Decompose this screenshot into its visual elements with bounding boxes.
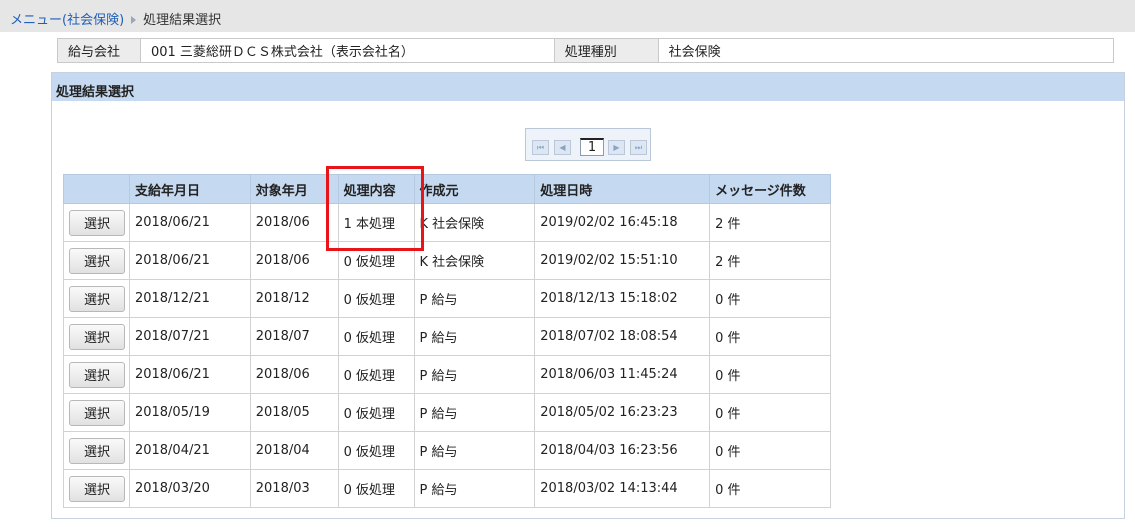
pager: ⏮ ◀ 1 ▶ ⏭ [525, 128, 651, 161]
select-button[interactable]: 選択 [69, 209, 125, 236]
panel-title: 処理結果選択 [52, 73, 1124, 101]
table-row: 選択 2018/03/20 2018/03 0 仮処理 P 給与 2018/03/02 1… [63, 469, 831, 508]
pager-last-icon[interactable]: ⏭ [630, 140, 647, 155]
cell-source: K 社会保険 [413, 203, 536, 242]
cell-datetime: 2018/06/03 11:45:24 [534, 355, 711, 394]
table-row: 選択 2018/06/21 2018/06 1 本処理 K 社会保険 2019/02/02… [63, 203, 831, 242]
table-header-row: 支給年月日 対象年月 処理内容 作成元 処理日時 メッセージ件数 [63, 174, 831, 204]
result-panel: 処理結果選択 ⏮ ◀ 1 ▶ ⏭ 支給年月日 対象年月 処理内容 作成元 処理日… [51, 72, 1125, 519]
table-row: 選択 2018/12/21 2018/12 0 仮処理 P 給与 2018/12/13 1… [63, 279, 831, 318]
cell-pay-date: 2018/06/21 [128, 203, 251, 242]
cell-select: 選択 [63, 279, 130, 318]
cell-messages: 0 件 [709, 393, 831, 432]
cell-datetime: 2018/07/02 18:08:54 [534, 317, 711, 356]
cell-process: 0 仮処理 [337, 355, 415, 394]
breadcrumb-current: 処理結果選択 [143, 13, 222, 28]
column-header-select [63, 174, 130, 204]
select-button[interactable]: 選択 [69, 247, 125, 274]
cell-pay-date: 2018/06/21 [128, 355, 251, 394]
process-type-label: 処理種別 [553, 38, 659, 63]
cell-select: 選択 [63, 431, 130, 470]
cell-source: P 給与 [413, 431, 536, 470]
cell-source: P 給与 [413, 279, 536, 318]
cell-target-month: 2018/04 [249, 431, 339, 470]
cell-target-month: 2018/06 [249, 355, 339, 394]
pager-next-icon[interactable]: ▶ [608, 140, 625, 155]
company-label: 給与会社 [57, 38, 141, 63]
cell-select: 選択 [63, 203, 130, 242]
cell-pay-date: 2018/07/21 [128, 317, 251, 356]
cell-datetime: 2018/05/02 16:23:23 [534, 393, 711, 432]
table-row: 選択 2018/06/21 2018/06 0 仮処理 K 社会保険 2019/02/02… [63, 241, 831, 280]
select-button[interactable]: 選択 [69, 285, 125, 312]
cell-datetime: 2018/12/13 15:18:02 [534, 279, 711, 318]
company-value: 001 三菱総研ＤＣＳ株式会社（表示会社名） [139, 38, 555, 63]
cell-pay-date: 2018/05/19 [128, 393, 251, 432]
cell-messages: 0 件 [709, 279, 831, 318]
cell-datetime: 2018/04/03 16:23:56 [534, 431, 711, 470]
result-table: 支給年月日 対象年月 処理内容 作成元 処理日時 メッセージ件数 選択 2018/… [63, 174, 831, 508]
company-info-table: 給与会社 001 三菱総研ＤＣＳ株式会社（表示会社名） 処理種別 社会保険 [57, 38, 1115, 63]
pager-page-number[interactable]: 1 [580, 138, 604, 156]
cell-target-month: 2018/12 [249, 279, 339, 318]
cell-datetime: 2019/02/02 16:45:18 [534, 203, 711, 242]
cell-messages: 0 件 [709, 469, 831, 508]
column-header-target-month: 対象年月 [249, 174, 339, 204]
table-row: 選択 2018/07/21 2018/07 0 仮処理 P 給与 2018/07/02 1… [63, 317, 831, 356]
cell-datetime: 2019/02/02 15:51:10 [534, 241, 711, 280]
cell-select: 選択 [63, 393, 130, 432]
cell-select: 選択 [63, 469, 130, 508]
cell-pay-date: 2018/06/21 [128, 241, 251, 280]
column-header-datetime: 処理日時 [534, 174, 711, 204]
cell-source: P 給与 [413, 393, 536, 432]
column-header-pay-date: 支給年月日 [128, 174, 251, 204]
cell-target-month: 2018/07 [249, 317, 339, 356]
cell-source: P 給与 [413, 469, 536, 508]
cell-source: P 給与 [413, 355, 536, 394]
cell-process: 0 仮処理 [337, 431, 415, 470]
pager-prev-icon[interactable]: ◀ [554, 140, 571, 155]
select-button[interactable]: 選択 [69, 323, 125, 350]
cell-messages: 0 件 [709, 355, 831, 394]
column-header-source: 作成元 [413, 174, 536, 204]
cell-select: 選択 [63, 355, 130, 394]
table-row: 選択 2018/06/21 2018/06 0 仮処理 P 給与 2018/06/03 1… [63, 355, 831, 394]
table-row: 選択 2018/04/21 2018/04 0 仮処理 P 給与 2018/04/03 1… [63, 431, 831, 470]
cell-pay-date: 2018/03/20 [128, 469, 251, 508]
cell-process: 0 仮処理 [337, 469, 415, 508]
select-button[interactable]: 選択 [69, 475, 125, 502]
breadcrumb: メニュー(社会保険) 処理結果選択 [0, 0, 1135, 32]
cell-process: 0 仮処理 [337, 279, 415, 318]
cell-source: K 社会保険 [413, 241, 536, 280]
cell-source: P 給与 [413, 317, 536, 356]
process-type-value: 社会保険 [657, 38, 1115, 63]
cell-process: 0 仮処理 [337, 317, 415, 356]
select-button[interactable]: 選択 [69, 437, 125, 464]
pager-first-icon[interactable]: ⏮ [532, 140, 549, 155]
cell-messages: 0 件 [709, 317, 831, 356]
cell-pay-date: 2018/04/21 [128, 431, 251, 470]
cell-target-month: 2018/06 [249, 241, 339, 280]
cell-pay-date: 2018/12/21 [128, 279, 251, 318]
column-header-process: 処理内容 [337, 174, 415, 204]
cell-target-month: 2018/05 [249, 393, 339, 432]
cell-target-month: 2018/03 [249, 469, 339, 508]
cell-process: 1 本処理 [337, 203, 415, 242]
cell-messages: 0 件 [709, 431, 831, 470]
cell-messages: 2 件 [709, 203, 831, 242]
table-row: 選択 2018/05/19 2018/05 0 仮処理 P 給与 2018/05/02 1… [63, 393, 831, 432]
select-button[interactable]: 選択 [69, 399, 125, 426]
cell-messages: 2 件 [709, 241, 831, 280]
cell-datetime: 2018/03/02 14:13:44 [534, 469, 711, 508]
cell-select: 選択 [63, 317, 130, 356]
cell-target-month: 2018/06 [249, 203, 339, 242]
cell-process: 0 仮処理 [337, 241, 415, 280]
cell-select: 選択 [63, 241, 130, 280]
cell-process: 0 仮処理 [337, 393, 415, 432]
column-header-messages: メッセージ件数 [709, 174, 831, 204]
breadcrumb-menu-link[interactable]: メニュー(社会保険) [10, 13, 124, 28]
select-button[interactable]: 選択 [69, 361, 125, 388]
company-info-row: 給与会社 001 三菱総研ＤＣＳ株式会社（表示会社名） 処理種別 社会保険 [57, 38, 1115, 63]
breadcrumb-separator-icon [131, 16, 137, 24]
